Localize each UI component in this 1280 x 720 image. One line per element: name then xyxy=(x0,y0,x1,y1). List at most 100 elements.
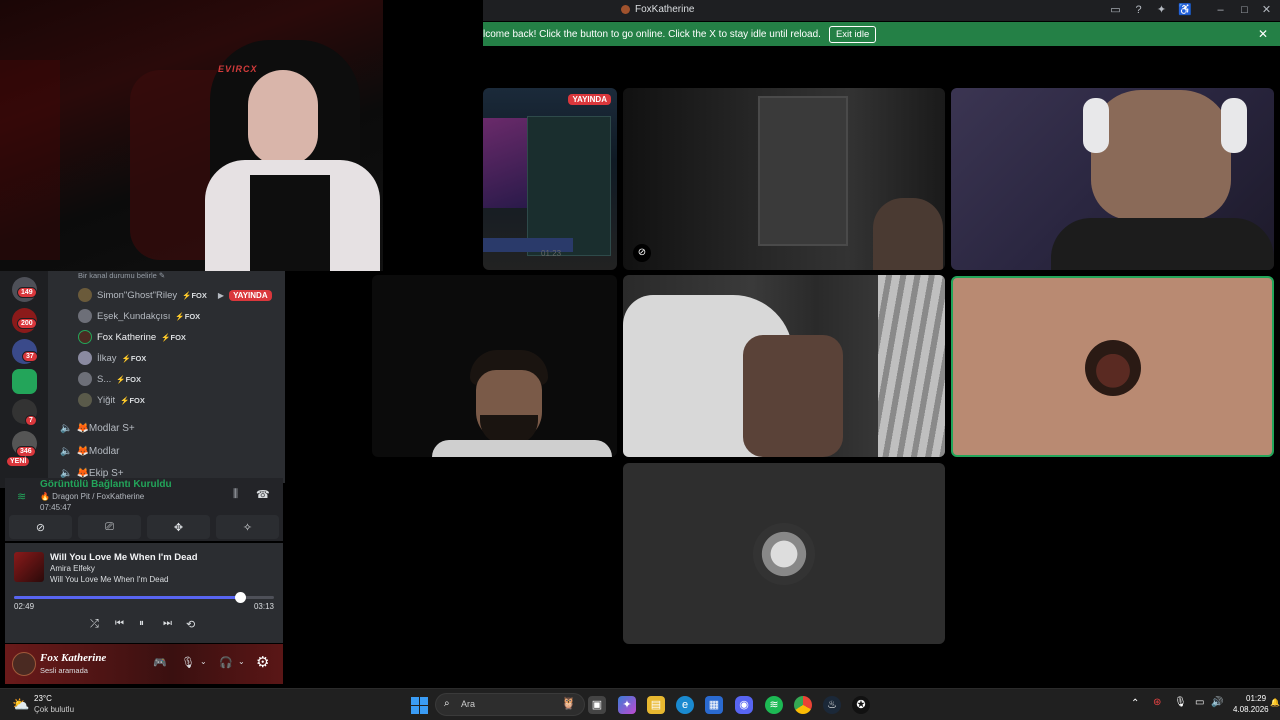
shuffle-icon[interactable]: ⤮ xyxy=(90,618,99,631)
steam-icon[interactable]: ♨ xyxy=(823,696,841,714)
participant-avatar xyxy=(1085,340,1141,396)
maximize-button[interactable]: □ xyxy=(1238,4,1251,17)
headphones-icon[interactable]: 🎧 xyxy=(219,656,233,669)
chrome-icon[interactable] xyxy=(794,696,812,714)
chevron-up-icon[interactable]: ⌃ xyxy=(1131,698,1139,709)
idle-banner-message: lcome back! Click the button to go onlin… xyxy=(483,28,821,40)
live-badge: YAYINDA xyxy=(568,94,611,105)
voice-location[interactable]: 🔥 Dragon Pit / FoxKatherine xyxy=(40,492,144,501)
volume-icon[interactable]: 🔊 xyxy=(1211,697,1223,708)
video-tile-logo[interactable] xyxy=(623,463,945,644)
tray-mic-icon[interactable]: 🎙 xyxy=(1174,697,1187,708)
voice-channel-name: 🦊Modlar xyxy=(76,446,120,457)
voice-member[interactable]: Fox Katherine ⚡FOX xyxy=(78,328,278,346)
chair-logo: EVIRCX xyxy=(218,64,258,74)
voice-member[interactable]: Simon"Ghost"Riley ⚡FOX ▶ YAYINDA xyxy=(78,286,278,304)
weather-temp[interactable]: 23°C xyxy=(34,694,52,703)
video-tile-avatar[interactable] xyxy=(951,276,1274,457)
gamepad-icon[interactable]: 🎮 xyxy=(153,656,167,669)
weather-desc[interactable]: Çok bulutlu xyxy=(34,705,74,714)
server-badge: 200 xyxy=(17,318,37,329)
member-tag: ⚡FOX xyxy=(116,374,142,384)
progress-knob[interactable] xyxy=(235,592,247,603)
accessibility-icon[interactable]: ♿ xyxy=(1178,4,1192,17)
disconnect-icon[interactable]: ☎ xyxy=(256,488,270,501)
progress-track[interactable] xyxy=(14,592,274,603)
tray-app-icon[interactable]: ⊛ xyxy=(1153,697,1161,708)
previous-icon[interactable]: ⏮ xyxy=(115,618,124,629)
app-icon[interactable]: ✪ xyxy=(852,696,870,714)
call-controls: ⊘ ⎚ ✥ ✧ xyxy=(5,513,283,541)
clock-time[interactable]: 01:29 xyxy=(1246,694,1266,703)
task-view-icon[interactable]: ▣ xyxy=(588,696,606,714)
repeat-icon[interactable]: ⟲ xyxy=(186,618,195,631)
tray-device-icon[interactable]: ▭ xyxy=(1195,697,1204,708)
headphones-right xyxy=(1221,98,1247,153)
voice-channel[interactable]: 🔈 🦊Modlar xyxy=(60,446,119,457)
copilot-icon[interactable]: ✦ xyxy=(618,696,636,714)
voice-member[interactable]: Eşek_Kundakçısı ⚡FOX xyxy=(78,307,278,325)
spotify-icon[interactable]: ≋ xyxy=(765,696,783,714)
settings-gear-icon[interactable]: ⚙ xyxy=(256,653,269,671)
file-explorer-icon[interactable]: ▤ xyxy=(647,696,665,714)
screen-share-button[interactable]: ⎚ xyxy=(78,515,141,539)
taskbar-search[interactable]: ⌕ Ara 🦉 xyxy=(435,693,585,716)
voice-member[interactable]: Yiğit ⚡FOX xyxy=(78,391,278,409)
member-avatar xyxy=(78,351,92,365)
video-icon: ▶ xyxy=(217,290,225,300)
search-highlight-icon: 🦉 xyxy=(561,696,576,710)
member-tag: ⚡FOX xyxy=(120,395,145,405)
camera-off-button[interactable]: ⊘ xyxy=(9,515,72,539)
voice-channel[interactable]: 🔈 🦊Modlar S+ xyxy=(60,423,135,434)
tools-icon[interactable]: ✦ xyxy=(1155,4,1168,17)
video-tile-bearded[interactable] xyxy=(372,275,617,457)
headphones-chevron-down-icon[interactable]: ⌄ xyxy=(238,657,245,666)
notification-icon[interactable]: 🔔 xyxy=(1270,698,1280,707)
next-icon[interactable]: ⏭ xyxy=(163,618,172,629)
microphone-icon[interactable]: 🎙 xyxy=(181,656,195,669)
voice-status[interactable]: Görüntülü Bağlantı Kuruldu xyxy=(40,479,172,490)
exit-idle-button[interactable]: Exit idle xyxy=(828,25,877,43)
song-album: Will You Love Me When I'm Dead xyxy=(50,575,169,584)
elapsed-time: 02:49 xyxy=(14,602,35,611)
activities-button[interactable]: ✥ xyxy=(147,515,210,539)
start-button[interactable] xyxy=(410,696,428,714)
webcam-top xyxy=(250,175,330,271)
member-name: Fox Katherine xyxy=(97,331,157,343)
server-badge: 37 xyxy=(22,351,38,362)
webcam-face xyxy=(248,70,318,165)
status-hint[interactable]: Bir kanal durumu belirle ✎ xyxy=(78,271,165,280)
title-bar: FoxKatherine ▭ ? ✦ ♿ – □ ✕ xyxy=(483,0,1280,21)
new-label: YENİ xyxy=(6,456,31,467)
member-avatar xyxy=(78,309,92,323)
discord-icon[interactable]: ◉ xyxy=(735,696,753,714)
sound-wave-icon[interactable]: ⫼ xyxy=(233,488,238,501)
voice-member[interactable]: S... ⚡FOX xyxy=(78,370,278,388)
close-button[interactable]: ✕ xyxy=(1260,4,1273,17)
voice-member[interactable]: İlkay ⚡FOX xyxy=(78,349,278,367)
inbox-icon[interactable]: ▭ xyxy=(1109,4,1122,17)
idle-banner: lcome back! Click the button to go onlin… xyxy=(483,22,1280,46)
store-icon[interactable]: ▦ xyxy=(705,696,723,714)
minimize-button[interactable]: – xyxy=(1214,4,1227,17)
banner-close-icon[interactable]: ✕ xyxy=(1258,27,1268,41)
video-tile-headphones[interactable] xyxy=(951,88,1274,270)
edge-icon[interactable]: e xyxy=(676,696,694,714)
server-badge: 7 xyxy=(25,415,37,426)
help-icon[interactable]: ? xyxy=(1132,4,1145,17)
participant-head xyxy=(1091,90,1231,220)
pause-icon[interactable]: ⏸ xyxy=(139,618,144,629)
soundboard-button[interactable]: ✧ xyxy=(216,515,279,539)
webcam-glow xyxy=(0,60,60,260)
user-avatar[interactable] xyxy=(12,652,36,676)
mic-chevron-down-icon[interactable]: ⌄ xyxy=(200,657,207,666)
video-tile-stream[interactable]: YAYINDA 01:23 xyxy=(483,88,617,270)
video-tile-white-shirt[interactable] xyxy=(623,275,945,457)
streamer-webcam: EVIRCX xyxy=(0,0,383,271)
window-frame xyxy=(758,96,848,246)
server-icon-active[interactable] xyxy=(12,369,37,394)
video-tile-room[interactable]: ⊘ xyxy=(623,88,945,270)
user-name[interactable]: Fox Katherine xyxy=(40,652,106,664)
weather-icon[interactable]: ⛅ xyxy=(12,696,29,713)
clock-date[interactable]: 4.08.2026 xyxy=(1233,705,1269,714)
